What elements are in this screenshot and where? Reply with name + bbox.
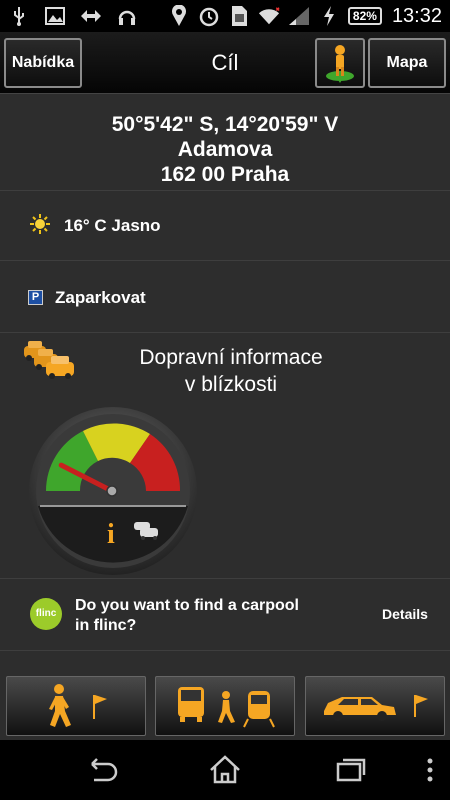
city: 162 00 Praha: [160, 163, 290, 186]
flinc-prompt-line2: in flinc?: [75, 617, 137, 634]
divider: [0, 332, 450, 333]
flinc-prompt-line1: Do you want to find a carpool: [75, 597, 299, 614]
wifi-icon: [258, 5, 280, 27]
image-icon: [44, 5, 66, 27]
back-icon[interactable]: [80, 750, 120, 790]
poi-button[interactable]: [315, 38, 365, 88]
person-pin-icon: [326, 45, 354, 83]
walker-icon: [49, 684, 71, 727]
home-icon[interactable]: [205, 750, 245, 790]
car-mode-button[interactable]: [305, 676, 445, 736]
car-icon: [324, 697, 396, 721]
overflow-menu-icon[interactable]: [410, 750, 450, 790]
street: Adamova: [177, 138, 273, 161]
divider: [0, 650, 450, 651]
destination-detail: 50°5'42" S, 14°20'59" V Adamova 162 00 P…: [0, 94, 450, 740]
parking-label[interactable]: Zaparkovat: [55, 288, 146, 308]
page-title: Cíl: [211, 50, 239, 75]
sim-icon: [228, 5, 250, 27]
train-icon: [243, 691, 275, 728]
info-icon: i: [107, 519, 115, 550]
headphones-icon: [116, 5, 138, 27]
flag-icon: [414, 695, 428, 717]
divider: [0, 260, 450, 261]
weather-text: 16° C Jasno: [64, 216, 161, 235]
system-nav-bar: [0, 740, 450, 800]
coordinates: 50°5'42" S, 14°20'59" V: [111, 113, 339, 136]
traffic-title-line2: v blízkosti: [184, 373, 278, 396]
walker-icon: [218, 691, 235, 723]
status-bar: 82% 13:32: [0, 0, 450, 32]
action-bar: Nabídka Cíl Mapa: [0, 32, 450, 94]
traffic-gauge[interactable]: i: [28, 406, 198, 576]
divider: [0, 578, 450, 579]
usb-icon: [8, 5, 30, 27]
map-button[interactable]: Mapa: [368, 38, 446, 88]
details-link[interactable]: Details: [370, 606, 440, 622]
signal-icon: [288, 5, 310, 27]
menu-button[interactable]: Nabídka: [4, 38, 82, 88]
charging-icon: [318, 5, 340, 27]
flinc-prompt: Do you want to find a carpool in flinc?: [75, 596, 345, 636]
flinc-logo: flinc: [30, 598, 62, 630]
divider: [0, 190, 450, 191]
traffic-title-line1: Dopravní informace: [139, 346, 323, 369]
alarm-icon: [198, 5, 220, 27]
recent-apps-icon[interactable]: [330, 750, 370, 790]
traffic-cars-icon: [24, 341, 74, 379]
location-icon: [168, 5, 190, 27]
sync-icon: [80, 5, 102, 27]
bus-icon: [178, 687, 204, 722]
clock: 13:32: [391, 4, 442, 27]
flag-icon: [93, 695, 107, 719]
sun-icon: [30, 214, 50, 234]
public-transport-mode-button[interactable]: [155, 676, 295, 736]
traffic-title[interactable]: Dopravní informace v blízkosti: [100, 344, 362, 398]
parking-icon: P: [28, 290, 43, 305]
battery-indicator: 82%: [347, 7, 382, 25]
walk-mode-button[interactable]: [6, 676, 146, 736]
destination-address: 50°5'42" S, 14°20'59" V Adamova 162 00 P…: [0, 112, 450, 187]
